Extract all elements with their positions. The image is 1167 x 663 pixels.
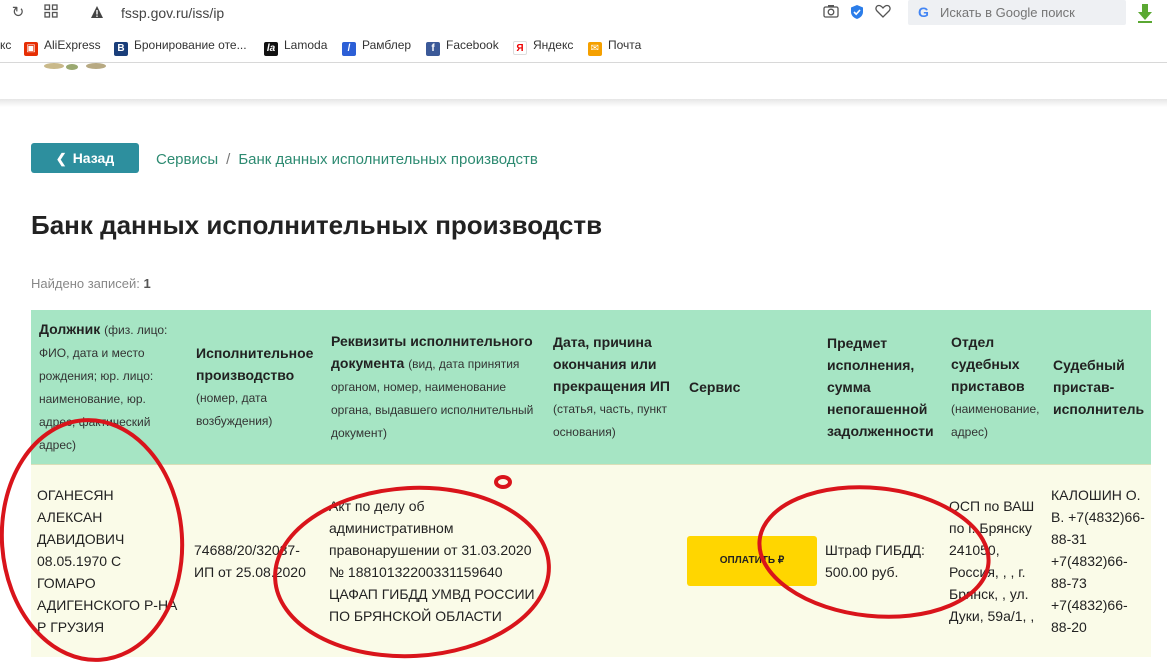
google-icon: G	[918, 4, 929, 20]
cell-proceeding: 74688/20/32037-ИП от 25.08.2020	[188, 464, 323, 657]
chevron-left-icon: ❮	[55, 151, 67, 166]
table-row: ОГАНЕСЯН АЛЕКСАН ДАВИДОВИЧ 08.05.1970 С …	[31, 464, 1151, 657]
mail-icon: ✉	[588, 42, 602, 56]
shield-check-icon[interactable]	[848, 4, 866, 22]
breadcrumb-bank[interactable]: Банк данных исполнительных производств	[238, 151, 538, 168]
header-shadow	[0, 99, 1167, 107]
column-header-department: Отдел судебных приставов (наименование, а…	[943, 310, 1045, 465]
cell-end-date	[545, 464, 681, 657]
column-header-end-date: Дата, причина окончания или прекращения …	[545, 310, 681, 465]
cell-subject: Штраф ГИБДД: 500.00 руб.	[819, 464, 943, 657]
rambler-icon: /	[342, 42, 356, 56]
heart-icon[interactable]	[874, 4, 892, 22]
back-button[interactable]: ❮ Назад	[31, 143, 139, 173]
bookmarks-bar: кс ▣ AliExpress B Бронирование оте... la La…	[0, 34, 1167, 56]
column-header-service: Сервис	[681, 310, 819, 465]
bookmark-mail[interactable]: ✉ Почта	[588, 37, 641, 56]
bookmark-lamoda[interactable]: la Lamoda	[264, 37, 327, 56]
aliexpress-icon: ▣	[24, 42, 38, 56]
results-table: Должник (физ. лицо: ФИО, дата и место ро…	[31, 310, 1151, 657]
column-header-proceeding: Исполнительное производство (номер, дата …	[188, 310, 323, 465]
cell-document: Акт по делу об административном правонар…	[323, 464, 545, 657]
bookmark-facebook[interactable]: f Facebook	[426, 37, 499, 56]
camera-icon[interactable]	[822, 4, 840, 22]
apps-grid-icon[interactable]	[42, 4, 60, 22]
facebook-icon: f	[426, 42, 440, 56]
cell-debtor: ОГАНЕСЯН АЛЕКСАН ДАВИДОВИЧ 08.05.1970 С …	[31, 464, 188, 657]
site-header	[0, 63, 1167, 101]
records-found: Найдено записей: 1	[31, 276, 151, 291]
bookmark-booking[interactable]: B Бронирование оте...	[114, 37, 247, 56]
google-search-input[interactable]	[940, 3, 1120, 21]
browser-toolbar: ↻ fssp.gov.ru/iss/ip G	[0, 0, 1167, 26]
pay-button[interactable]: ОПЛАТИТЬ ₽	[687, 535, 817, 586]
cell-bailiff: КАЛОШИН О. В. +7(4832)66-88-31 +7(4832)6…	[1045, 464, 1151, 657]
cell-department: ОСП по ВАШ по г. Брянску 241050, Россия,…	[943, 464, 1045, 657]
bookmark-aliexpress[interactable]: ▣ AliExpress	[24, 37, 101, 56]
site-logo-fragment	[44, 63, 106, 70]
breadcrumb-services[interactable]: Сервисы	[156, 151, 218, 168]
lamoda-icon: la	[264, 42, 278, 56]
cell-service: ОПЛАТИТЬ ₽	[681, 464, 819, 657]
warning-icon[interactable]	[90, 5, 104, 19]
column-header-bailiff: Судебный пристав-исполнитель	[1045, 310, 1151, 465]
download-arrow-icon[interactable]	[1136, 3, 1154, 23]
bookmark-item[interactable]: кс	[0, 37, 11, 53]
column-header-subject: Предмет исполнения, сумма непогашенной з…	[819, 310, 943, 465]
yandex-icon: Я	[513, 41, 527, 55]
column-header-debtor: Должник (физ. лицо: ФИО, дата и место ро…	[31, 310, 188, 465]
page-title: Банк данных исполнительных производств	[31, 210, 603, 240]
bookmark-yandex[interactable]: Я Яндекс	[513, 37, 573, 55]
address-bar[interactable]: fssp.gov.ru/iss/ip	[121, 4, 224, 22]
table-header-row: Должник (физ. лицо: ФИО, дата и место ро…	[31, 310, 1151, 465]
bookmark-rambler[interactable]: / Рамблер	[342, 37, 411, 56]
google-search-box[interactable]: G	[908, 0, 1126, 25]
breadcrumb: Сервисы / Банк данных исполнительных произ…	[156, 151, 538, 168]
breadcrumb-separator: /	[226, 151, 231, 168]
booking-icon: B	[114, 42, 128, 56]
column-header-document: Реквизиты исполнительного документа (вид…	[323, 310, 545, 465]
reload-icon[interactable]: ↻	[9, 4, 27, 22]
